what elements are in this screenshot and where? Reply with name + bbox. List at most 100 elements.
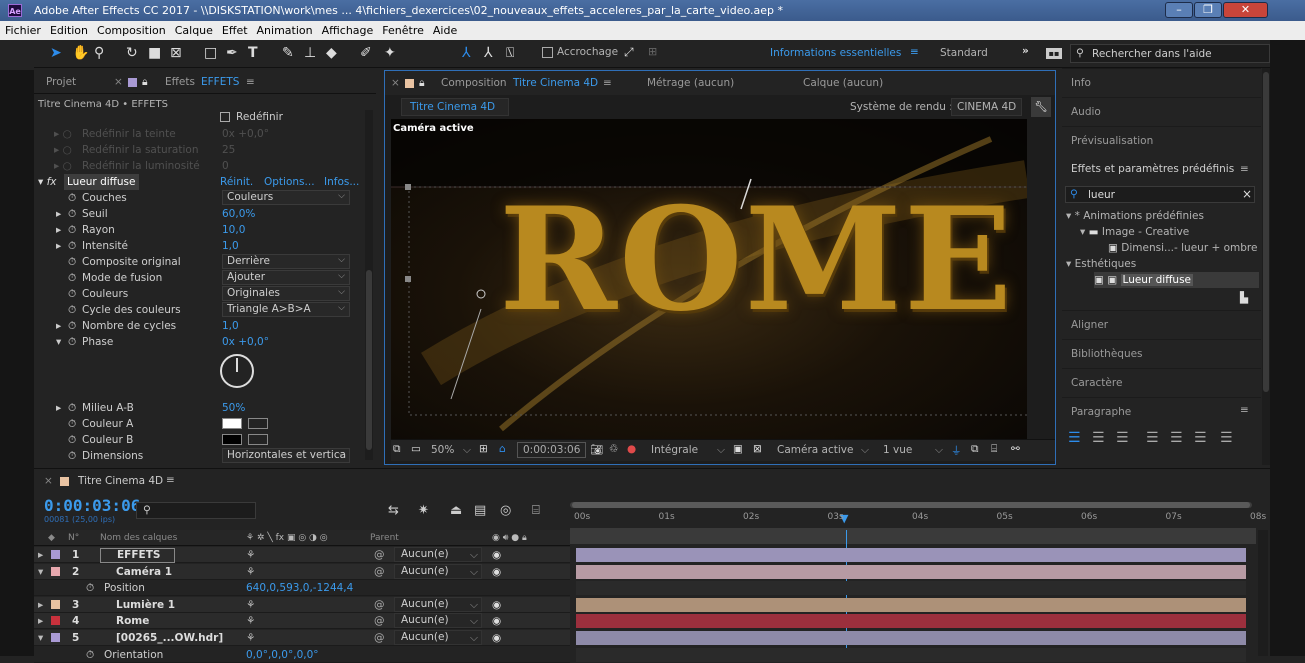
- phase-dial[interactable]: [220, 354, 254, 388]
- timeline-current-time[interactable]: 0:00:03:06: [44, 496, 140, 515]
- align-left-icon[interactable]: ☰: [1068, 430, 1081, 446]
- close-button[interactable]: ✕: [1223, 2, 1268, 18]
- property-row[interactable]: ⏱︎ Couches Couleurs: [34, 190, 364, 206]
- visibility-eye-icon[interactable]: ◉: [492, 597, 501, 613]
- layer-switches[interactable]: ⚘: [246, 630, 255, 646]
- workspace-standard[interactable]: Standard: [940, 47, 988, 59]
- layer-label-color[interactable]: [51, 616, 60, 626]
- property-value[interactable]: 0x +0,0°: [222, 334, 269, 350]
- stopwatch-icon[interactable]: ⏱︎: [68, 318, 76, 334]
- camera-view-dropdown[interactable]: Caméra active: [777, 444, 853, 456]
- layer-switches[interactable]: ⚘: [246, 564, 255, 580]
- resolution-chevron-icon[interactable]: ⌵: [717, 444, 725, 457]
- eraser-tool-icon[interactable]: ◆: [326, 45, 337, 61]
- type-tool-icon[interactable]: T: [248, 45, 258, 61]
- tab-layer[interactable]: Calque (aucun): [803, 71, 883, 95]
- tree-item-glow[interactable]: ▣ ▣ Lueur diffuse: [1094, 272, 1259, 288]
- roto-brush-tool-icon[interactable]: ✐: [360, 45, 372, 61]
- justify-right-icon[interactable]: ☰: [1194, 430, 1207, 446]
- rotate-tool-icon[interactable]: ↻: [126, 45, 138, 61]
- layer-name[interactable]: Caméra 1: [100, 564, 172, 580]
- justify-all-icon[interactable]: ☰: [1220, 430, 1233, 446]
- stopwatch-icon[interactable]: ⏱︎: [68, 432, 76, 448]
- layer-duration-bar[interactable]: [576, 548, 1246, 562]
- graph-editor-icon[interactable]: ⌸: [532, 503, 540, 518]
- clone-stamp-tool-icon[interactable]: ⊥: [304, 45, 316, 61]
- property-row[interactable]: ⏱︎ Couleur A: [34, 416, 364, 432]
- snapping-options-icon[interactable]: ⤢: [624, 45, 634, 60]
- layer-row[interactable]: ▾ 5 [00265_...OW.hdr] ⚘ @ Aucun(e) ⌵ ◉: [34, 630, 570, 646]
- property-value[interactable]: 60,0%: [222, 206, 255, 222]
- menu-item-5[interactable]: Animation: [257, 24, 313, 37]
- time-navigator[interactable]: [570, 528, 1256, 544]
- property-dropdown[interactable]: Horizontales et vertica: [222, 448, 350, 463]
- stopwatch-icon[interactable]: ⏱︎: [68, 206, 76, 222]
- menu-item-6[interactable]: Affichage: [322, 24, 374, 37]
- clear-search-icon[interactable]: ×: [1242, 187, 1252, 201]
- transparency-grid-icon[interactable]: ⊠: [753, 443, 762, 455]
- panel-item-paragraphe[interactable]: Paragraphe: [1062, 397, 1261, 425]
- layer-duration-bar[interactable]: [576, 597, 1246, 612]
- menu-item-4[interactable]: Effet: [222, 24, 248, 37]
- effect-name[interactable]: Lueur diffuse: [64, 174, 139, 190]
- fast-preview-icon[interactable]: ▣: [733, 443, 743, 455]
- property-row[interactable]: ▸ ⏱︎ Nombre de cycles 1,0: [34, 318, 364, 334]
- current-time-display[interactable]: 0:00:03:06: [517, 442, 587, 458]
- visibility-eye-icon[interactable]: ◉: [492, 630, 501, 646]
- workspace-overflow-button[interactable]: »: [1022, 45, 1029, 57]
- tab-footage[interactable]: Métrage (aucun): [647, 71, 734, 95]
- parent-chevron-icon[interactable]: ⌵: [470, 630, 478, 646]
- snapshot-camera-icon[interactable]: 📷︎: [590, 443, 603, 456]
- flowchart-icon[interactable]: ⚯: [1011, 443, 1020, 455]
- layer-switches[interactable]: ⚘: [246, 597, 255, 613]
- pickwhip-icon[interactable]: @: [374, 613, 385, 629]
- stopwatch-icon[interactable]: ⏱︎: [68, 334, 76, 350]
- property-row[interactable]: ⏱︎ Mode de fusion Ajouter: [34, 270, 364, 286]
- panel-item-biblioth-ques[interactable]: Bibliothèques: [1062, 339, 1261, 367]
- layer-row[interactable]: ▸ 3 Lumière 1 ⚘ @ Aucun(e) ⌵ ◉: [34, 596, 570, 613]
- justify-left-icon[interactable]: ☰: [1146, 430, 1159, 446]
- timeline-icon[interactable]: ⌸: [991, 443, 997, 456]
- layer-name[interactable]: [00265_...OW.hdr]: [100, 630, 223, 646]
- layer-property-row[interactable]: ⏱︎ Position 640,0,593,0,-1244,4: [34, 580, 570, 597]
- view-axis-icon[interactable]: ⍂: [506, 45, 514, 61]
- timeline-scrollbar[interactable]: [1258, 530, 1268, 656]
- stopwatch-icon[interactable]: ⏱︎: [68, 448, 76, 464]
- renderer-settings-wrench-icon[interactable]: 🔧︎: [1031, 97, 1051, 117]
- justify-center-icon[interactable]: ☰: [1170, 430, 1183, 446]
- layer-name[interactable]: Lumière 1: [100, 597, 175, 613]
- monitor-icon[interactable]: ▭: [411, 443, 421, 455]
- stopwatch-icon[interactable]: ⏱︎: [68, 286, 76, 302]
- parent-chevron-icon[interactable]: ⌵: [470, 547, 478, 563]
- grid-icon[interactable]: ⊞: [479, 443, 488, 455]
- always-preview-icon[interactable]: ⧉: [393, 443, 401, 456]
- property-row[interactable]: ⏱︎ Couleur B: [34, 432, 364, 448]
- comp-menu-icon[interactable]: ≡: [603, 71, 612, 95]
- menu-item-3[interactable]: Calque: [175, 24, 213, 37]
- visibility-eye-icon[interactable]: ◉: [492, 613, 501, 629]
- right-panel-scrollbar[interactable]: [1262, 68, 1270, 465]
- reset-link[interactable]: Réinit.: [220, 174, 253, 190]
- layer-duration-bar[interactable]: [576, 631, 1246, 645]
- property-row[interactable]: ⏱︎ Cycle des couleurs Triangle A>B>A: [34, 302, 364, 318]
- shy-layers-icon[interactable]: ⏏: [450, 503, 462, 518]
- layer-property-value[interactable]: 0,0°,0,0°,0,0°: [246, 647, 319, 663]
- panel-item-audio[interactable]: Audio: [1062, 97, 1261, 125]
- layer-row[interactable]: ▾ 2 Caméra 1 ⚘ @ Aucun(e) ⌵ ◉: [34, 563, 570, 580]
- property-row[interactable]: ⏱︎ Couleurs Originales: [34, 286, 364, 302]
- effects-presets-menu-icon[interactable]: ≡: [1240, 163, 1249, 175]
- resolution-dropdown[interactable]: Intégrale: [651, 444, 698, 456]
- stopwatch-icon[interactable]: ⏱︎: [68, 190, 76, 206]
- parent-chevron-icon[interactable]: ⌵: [470, 564, 478, 580]
- close-comp-tab-icon[interactable]: ×: [391, 71, 400, 95]
- timeline-search-input[interactable]: ⚲: [136, 502, 256, 519]
- menu-item-0[interactable]: Fichier: [5, 24, 41, 37]
- new-bin-icon[interactable]: ▙: [1240, 292, 1248, 304]
- infos-link[interactable]: Infos...: [324, 174, 359, 190]
- align-center-icon[interactable]: ☰: [1092, 430, 1105, 446]
- property-track[interactable]: [576, 647, 1246, 662]
- tab-effects-prefix[interactable]: Effets: [165, 70, 195, 94]
- layer-row[interactable]: ▸ 4 Rome ⚘ @ Aucun(e) ⌵ ◉: [34, 613, 570, 630]
- zoom-dropdown[interactable]: 50%: [431, 444, 454, 456]
- region-of-interest-icon[interactable]: ⌂: [499, 443, 506, 455]
